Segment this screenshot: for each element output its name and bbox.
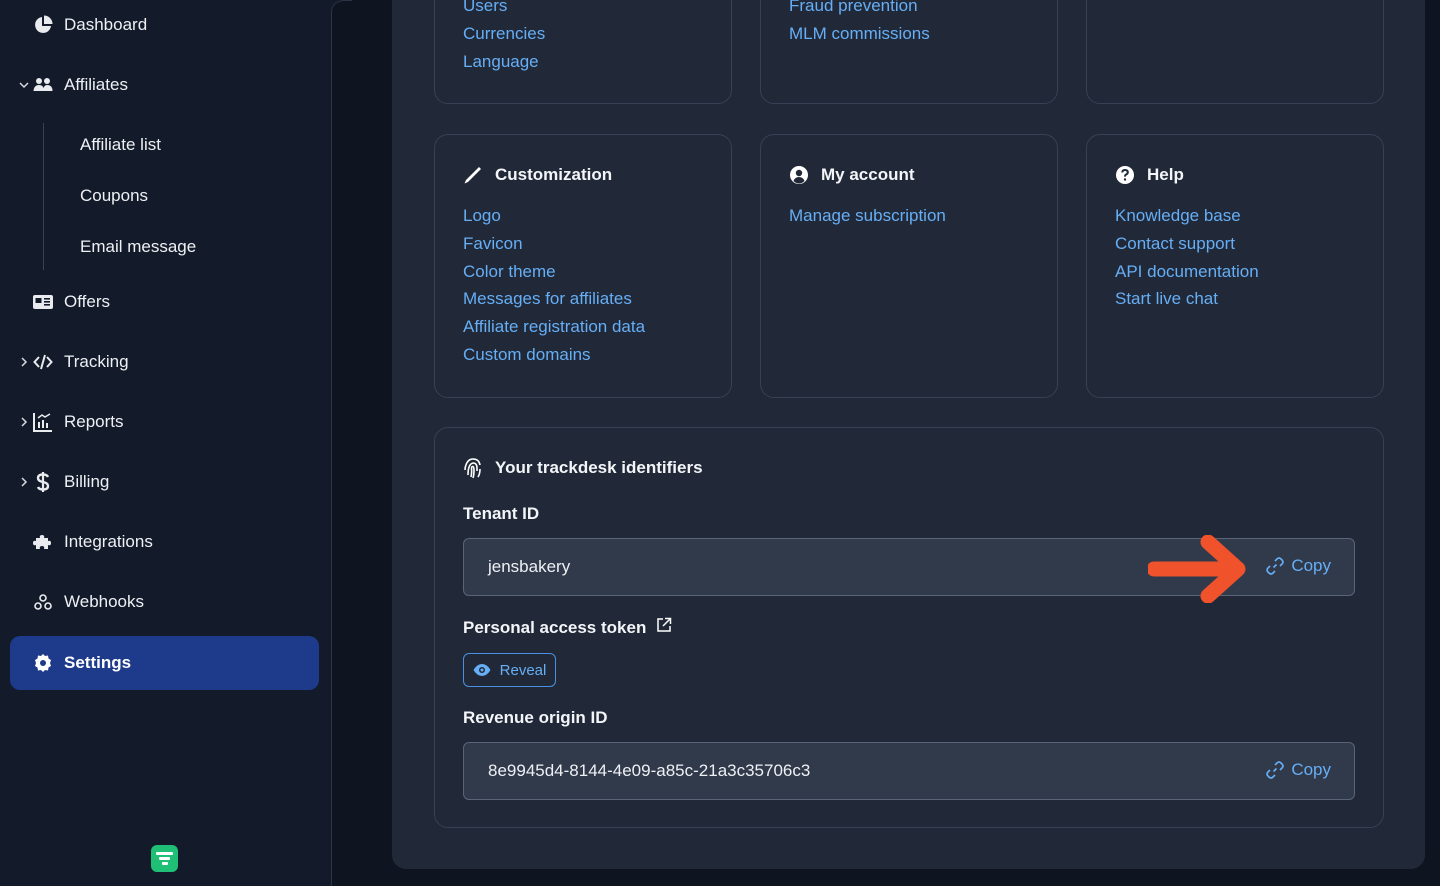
sidebar-item-label: Integrations: [64, 532, 153, 551]
card-title: Help: [1115, 165, 1184, 185]
settings-card-program: Fraud prevention MLM commissions: [760, 0, 1058, 104]
revenue-origin-label: Revenue origin ID: [463, 708, 608, 728]
sidebar-subitem-coupons[interactable]: Coupons: [80, 186, 148, 206]
token-label: Personal access token: [463, 617, 672, 638]
sidebar: Dashboard Affiliates Affiliate list Coup…: [0, 0, 331, 886]
tenant-id-value: jensbakery: [488, 557, 571, 576]
settings-card-customization: Customization Logo Favicon Color theme M…: [434, 134, 732, 398]
link-favicon[interactable]: Favicon: [463, 234, 523, 254]
link-contact-support[interactable]: Contact support: [1115, 234, 1235, 254]
reveal-token-button[interactable]: Reveal: [463, 653, 556, 687]
revenue-origin-label-text: Revenue origin ID: [463, 708, 608, 727]
sidebar-item-billing[interactable]: Billing: [10, 455, 319, 509]
link-manage-subscription[interactable]: Manage subscription: [789, 206, 946, 226]
link-icon: [1266, 557, 1285, 575]
link-knowledge-base[interactable]: Knowledge base: [1115, 206, 1241, 226]
copy-label: Copy: [1291, 760, 1331, 779]
card-title: Customization: [463, 165, 612, 185]
card-title-text: My account: [821, 165, 915, 184]
sidebar-item-webhooks[interactable]: Webhooks: [10, 575, 319, 629]
card-title-text: Help: [1147, 165, 1184, 184]
card-title-text: Your trackdesk identifiers: [495, 458, 703, 477]
sidebar-item-label: Reports: [64, 412, 124, 431]
code-icon: [32, 351, 54, 373]
chevron-right-icon: [18, 416, 30, 428]
link-mlm-commissions[interactable]: MLM commissions: [789, 24, 930, 44]
sidebar-item-reports[interactable]: Reports: [10, 395, 319, 449]
id-card-icon: [32, 291, 54, 313]
users-icon: [32, 74, 54, 96]
settings-card-my-account: My account Manage subscription: [760, 134, 1058, 398]
pencil-icon: [463, 165, 483, 185]
dollar-icon: [32, 471, 54, 493]
copy-revenue-origin-button[interactable]: Copy: [1265, 760, 1331, 780]
webhook-icon: [32, 591, 54, 613]
card-title: My account: [789, 165, 915, 185]
pie-chart-icon: [32, 14, 54, 36]
sidebar-item-label: Dashboard: [64, 15, 148, 34]
sidebar-subitem-email-message[interactable]: Email message: [80, 237, 196, 257]
link-affiliate-registration-data[interactable]: Affiliate registration data: [463, 317, 645, 337]
link-icon: [1266, 761, 1285, 779]
sidebar-item-label: Affiliates: [64, 75, 128, 94]
sidebar-item-settings[interactable]: Settings: [10, 636, 319, 690]
reveal-label: Reveal: [499, 661, 547, 679]
question-circle-icon: [1115, 165, 1135, 185]
link-users[interactable]: Users: [463, 0, 507, 16]
chevron-right-icon: [18, 476, 30, 488]
sidebar-item-label: Settings: [64, 653, 132, 672]
link-start-live-chat[interactable]: Start live chat: [1115, 289, 1218, 309]
fingerprint-icon: [463, 458, 483, 479]
sidebar-item-affiliates[interactable]: Affiliates: [10, 58, 319, 112]
sidebar-item-label: Tracking: [64, 352, 129, 371]
identifiers-card: Your trackdesk identifiers Tenant ID jen…: [434, 427, 1384, 828]
eye-icon: [473, 664, 491, 676]
sidebar-subitem-affiliate-list[interactable]: Affiliate list: [80, 135, 161, 155]
sidebar-item-label: Webhooks: [64, 592, 145, 611]
chevron-right-icon: [18, 356, 30, 368]
annotation-arrow-icon: [1148, 535, 1246, 603]
sidebar-item-integrations[interactable]: Integrations: [10, 515, 319, 569]
settings-card-other: [1086, 0, 1384, 104]
settings-card-general: Users Currencies Language: [434, 0, 732, 104]
sidebar-item-label: Billing: [64, 472, 110, 491]
token-label-text: Personal access token: [463, 617, 647, 637]
link-logo[interactable]: Logo: [463, 206, 501, 226]
copy-label: Copy: [1291, 556, 1331, 575]
submenu-rail: [43, 123, 44, 270]
card-title-text: Customization: [495, 165, 613, 184]
link-api-documentation[interactable]: API documentation: [1115, 262, 1259, 282]
link-currencies[interactable]: Currencies: [463, 24, 545, 44]
revenue-origin-value: 8e9945d4-8144-4e09-a85c-21a3c35706c3: [488, 761, 811, 780]
link-language[interactable]: Language: [463, 52, 539, 72]
tenant-id-label: Tenant ID: [463, 504, 539, 524]
link-messages-for-affiliates[interactable]: Messages for affiliates: [463, 289, 632, 309]
link-color-theme[interactable]: Color theme: [463, 262, 556, 282]
card-title: Your trackdesk identifiers: [463, 458, 703, 479]
revenue-origin-field[interactable]: 8e9945d4-8144-4e09-a85c-21a3c35706c3 Cop…: [463, 742, 1355, 800]
chevron-down-icon: [18, 79, 30, 91]
external-link-icon[interactable]: [656, 617, 672, 638]
sidebar-item-tracking[interactable]: Tracking: [10, 335, 319, 389]
sidebar-item-dashboard[interactable]: Dashboard: [10, 0, 319, 52]
chart-icon: [32, 411, 54, 433]
tenant-id-label-text: Tenant ID: [463, 504, 540, 523]
puzzle-icon: [32, 531, 54, 553]
trackdesk-logo[interactable]: [151, 845, 178, 872]
settings-main: Users Currencies Language Fraud preventi…: [392, 0, 1425, 869]
gear-icon: [32, 652, 54, 674]
link-custom-domains[interactable]: Custom domains: [463, 345, 591, 365]
sidebar-item-offers[interactable]: Offers: [10, 275, 319, 329]
sidebar-item-label: Offers: [64, 292, 110, 311]
copy-tenant-id-button[interactable]: Copy: [1265, 556, 1331, 576]
settings-card-help: Help Knowledge base Contact support API …: [1086, 134, 1384, 398]
link-fraud-prevention[interactable]: Fraud prevention: [789, 0, 918, 16]
user-circle-icon: [789, 165, 809, 185]
